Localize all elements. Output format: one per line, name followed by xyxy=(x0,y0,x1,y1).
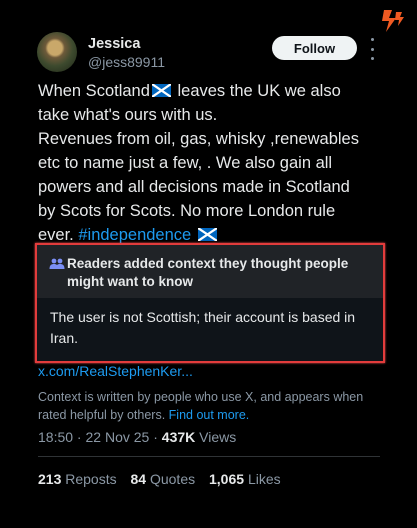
quotes-count: 84 xyxy=(130,471,147,487)
likes-label: Likes xyxy=(247,471,281,487)
tweet-card: Jessica @jess89911 Follow When Scotland … xyxy=(0,0,417,528)
community-note: Readers added context they thought peopl… xyxy=(35,243,385,363)
tweet-line: take what's ours with us. xyxy=(38,106,218,124)
source-link[interactable]: x.com/RealStephenKer... xyxy=(38,363,193,379)
likes-count: 1,065 xyxy=(209,471,245,487)
reposts-stat[interactable]: 213 Reposts xyxy=(38,471,117,487)
tweet-meta: 18:50 · 22 Nov 25 · 437K Views xyxy=(38,429,236,445)
engagement-stats: 213 Reposts 84 Quotes 1,065 Likes xyxy=(38,471,291,487)
tweet-line: When Scotland xyxy=(38,82,150,100)
note-footer: Context is written by people who use X, … xyxy=(38,388,388,424)
hashtag-link[interactable]: #independence xyxy=(78,226,191,244)
user-handle[interactable]: @jess89911 xyxy=(88,54,165,70)
likes-stat[interactable]: 1,065 Likes xyxy=(209,471,281,487)
scotland-flag-icon xyxy=(197,228,217,241)
rfe-rl-logo-icon xyxy=(382,10,404,32)
scotland-flag-icon xyxy=(151,84,171,97)
meta-separator: · xyxy=(149,429,162,445)
user-name[interactable]: Jessica xyxy=(88,36,140,52)
people-icon xyxy=(49,258,65,269)
tweet-line: by Scots for Scots. No more London rule xyxy=(38,202,336,220)
tweet-date[interactable]: 22 Nov 25 xyxy=(86,429,150,445)
reposts-label: Reposts xyxy=(65,471,117,487)
community-note-header: Readers added context they thought peopl… xyxy=(37,245,383,298)
tweet-line: leaves the UK we also xyxy=(172,82,341,100)
find-out-more-link[interactable]: Find out more. xyxy=(169,408,250,422)
avatar[interactable] xyxy=(37,32,77,72)
reposts-count: 213 xyxy=(38,471,62,487)
community-note-body: The user is not Scottish; their account … xyxy=(50,309,356,346)
quotes-stat[interactable]: 84 Quotes xyxy=(131,471,196,487)
follow-button[interactable]: Follow xyxy=(272,36,357,60)
tweet-line: powers and all decisions made in Scotlan… xyxy=(38,178,350,196)
tweet-text: When Scotland leaves the UK we also take… xyxy=(38,79,388,247)
meta-separator: · xyxy=(73,429,86,445)
tweet-time[interactable]: 18:50 xyxy=(38,429,73,445)
tweet-line: ever. xyxy=(38,226,79,244)
views-label: Views xyxy=(195,429,237,445)
tweet-line: etc to name just a few, . We also gain a… xyxy=(38,154,333,172)
view-count: 437K xyxy=(161,429,196,445)
more-options-icon[interactable] xyxy=(368,38,376,60)
divider xyxy=(38,456,380,457)
quotes-label: Quotes xyxy=(149,471,196,487)
tweet-line: Revenues from oil, gas, whisky ,renewabl… xyxy=(38,130,359,148)
community-note-title: Readers added context they thought peopl… xyxy=(67,256,349,289)
